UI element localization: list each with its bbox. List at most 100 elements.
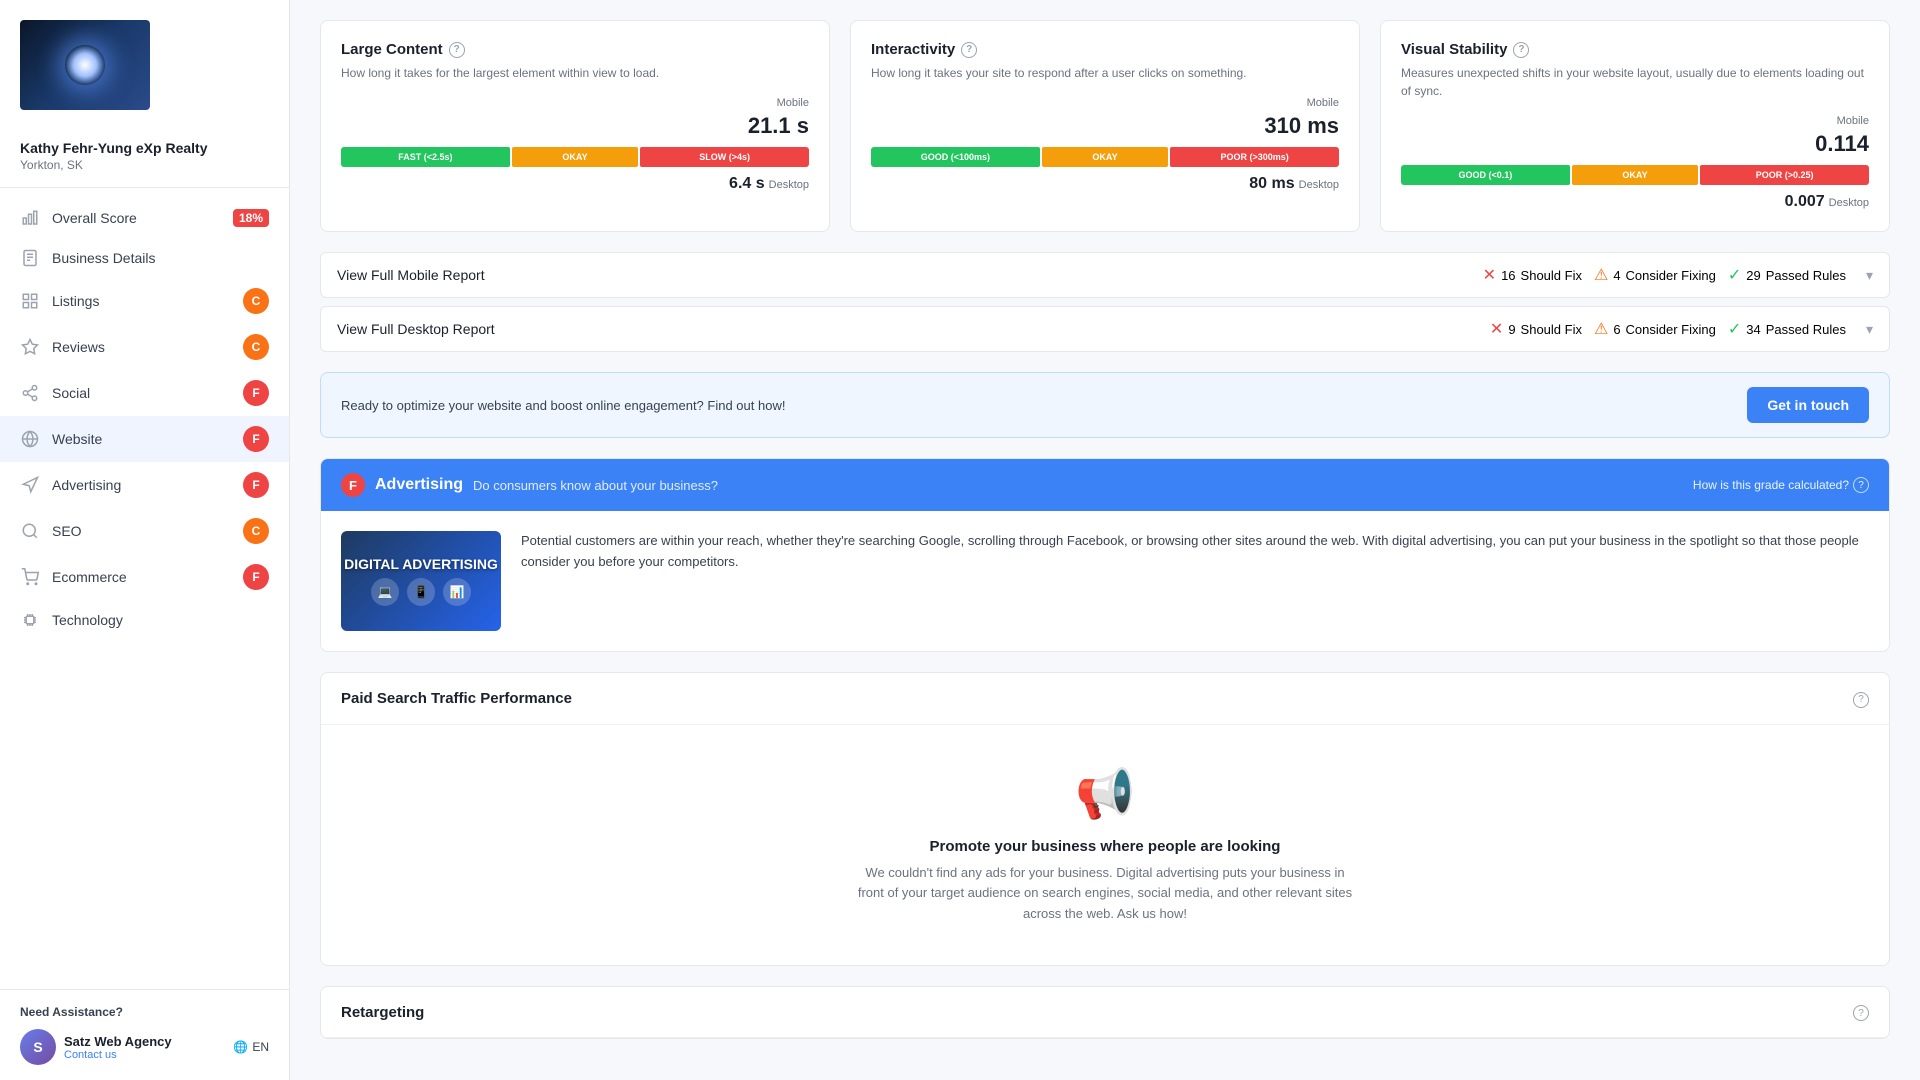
retargeting-help-icon[interactable]: ? [1853,1003,1869,1022]
desktop-should-fix-badge: ✕ 9 Should Fix [1490,319,1582,339]
help-circle-icon[interactable]: ? [1853,1005,1869,1021]
nav-badge-ecommerce: F [243,564,269,590]
nav-label-technology: Technology [52,612,123,628]
metric-label-text: Large Content [341,41,443,58]
desktop-consider-fixing-label: Consider Fixing [1626,322,1716,337]
pb-poor-segment: POOR (>0.25) [1700,165,1869,185]
paid-search-empty-desc: We couldn't find any ads for your busine… [855,863,1355,925]
advertising-grade-link[interactable]: How is this grade calculated? ? [1693,477,1869,493]
mobile-should-fix-badge: ✕ 16 Should Fix [1483,265,1582,285]
paid-search-help-icon[interactable]: ? [1853,689,1869,708]
pb-good-label: GOOD (<100ms) [921,152,990,162]
mobile-should-fix-label: Should Fix [1521,268,1582,283]
nav-badge-overall-score: 18% [233,209,269,227]
nav-left: Business Details [20,248,156,268]
bar-chart-icon [20,208,40,228]
nav-badge-listings: C [243,288,269,314]
mobile-should-fix-count: 16 [1501,268,1515,283]
nav-left: Social [20,383,90,403]
nav-label-social: Social [52,385,90,401]
nav-left: Overall Score [20,208,137,228]
sidebar-item-business-details[interactable]: Business Details [0,238,289,278]
pb-okay-label: OKAY [1092,152,1117,162]
retargeting-section: Retargeting ? [320,986,1890,1040]
advertising-body: DIGITAL ADVERTISING 💻 📱 📊 Potential cust… [321,511,1889,651]
pb-okay-label: OKAY [1622,170,1647,180]
mobile-consider-fixing-label: Consider Fixing [1626,268,1716,283]
pb-slow-label: SLOW (>4s) [699,152,750,162]
cta-button[interactable]: Get in touch [1747,387,1869,423]
help-circle-icon[interactable]: ? [1853,692,1869,708]
company-location: Yorkton, SK [20,158,269,172]
progress-bar-interactivity: GOOD (<100ms) OKAY POOR (>300ms) [871,147,1339,167]
desktop-passed-badge: ✓ 34 Passed Rules [1728,319,1846,339]
language-button[interactable]: 🌐 EN [233,1040,269,1054]
metrics-grid: Large Content ? How long it takes for th… [320,20,1890,232]
pb-good-segment: GOOD (<0.1) [1401,165,1570,185]
sidebar-item-social[interactable]: Social F [0,370,289,416]
assistance-label: Need Assistance? [20,1005,269,1019]
nav-label-reviews: Reviews [52,339,105,355]
globe-small-icon: 🌐 [233,1040,248,1054]
nav-label-listings: Listings [52,293,99,309]
mobile-report-title: View Full Mobile Report [337,267,485,283]
nav-left: Ecommerce [20,567,127,587]
visual-stability-info-icon[interactable]: ? [1513,42,1529,58]
advertising-section: F Advertising Do consumers know about yo… [320,458,1890,652]
sidebar-item-technology[interactable]: Technology [0,600,289,640]
paid-search-title: Paid Search Traffic Performance [341,690,572,707]
metric-mobile-label-large-content: Mobile [341,97,809,109]
metric-desktop-value-visual-stability: 0.007 [1785,193,1825,211]
metric-card-visual-stability: Visual Stability ? Measures unexpected s… [1380,20,1890,232]
sidebar-item-seo[interactable]: SEO C [0,508,289,554]
metric-desktop-value-interactivity: 80 ms [1249,175,1294,193]
desktop-report-row[interactable]: View Full Desktop Report ✕ 9 Should Fix … [320,306,1890,352]
paid-search-section: Paid Search Traffic Performance ? 📢 Prom… [320,672,1890,966]
nav-left: SEO [20,521,82,541]
grade-info-icon[interactable]: ? [1853,477,1869,493]
orange-warning-icon: ⚠ [1594,265,1608,285]
sidebar-item-website[interactable]: Website F [0,416,289,462]
cta-banner: Ready to optimize your website and boost… [320,372,1890,438]
nav-left: Listings [20,291,99,311]
sidebar-item-advertising[interactable]: Advertising F [0,462,289,508]
agency-contact[interactable]: Contact us [64,1049,172,1061]
ad-image-content: DIGITAL ADVERTISING 💻 📱 📊 [344,556,498,606]
interactivity-info-icon[interactable]: ? [961,42,977,58]
metric-mobile-value-interactivity: 310 ms [871,113,1339,139]
retargeting-header: Retargeting ? [321,987,1889,1039]
advertising-title: Advertising [375,476,463,494]
assistance-row: S Satz Web Agency Contact us 🌐 EN [20,1029,269,1065]
sidebar-item-overall-score[interactable]: Overall Score 18% [0,198,289,238]
ad-icon-phone: 📱 [407,578,435,606]
metric-mobile-label-visual-stability: Mobile [1401,115,1869,127]
pb-poor-label: POOR (>0.25) [1756,170,1814,180]
ad-image-icons: 💻 📱 📊 [371,578,471,606]
pb-good-segment: GOOD (<100ms) [871,147,1040,167]
nav-left: Reviews [20,337,105,357]
desktop-report-chevron: ▾ [1866,321,1873,338]
pb-poor-segment: POOR (>300ms) [1170,147,1339,167]
sidebar-assistance: Need Assistance? S Satz Web Agency Conta… [0,989,289,1080]
large-content-info-icon[interactable]: ? [449,42,465,58]
metric-desktop-row-interactivity: 80 ms Desktop [871,175,1339,193]
main-content: Large Content ? How long it takes for th… [290,0,1920,1080]
metric-desktop-label-interactivity: Desktop [1299,179,1339,191]
sidebar-item-ecommerce[interactable]: Ecommerce F [0,554,289,600]
nav-label-advertising: Advertising [52,477,121,493]
metric-label-text: Visual Stability [1401,41,1507,58]
desktop-consider-fixing-badge: ⚠ 6 Consider Fixing [1594,319,1716,339]
metric-mobile-label-interactivity: Mobile [871,97,1339,109]
nav-left: Technology [20,610,123,630]
metric-desktop-row-visual-stability: 0.007 Desktop [1401,193,1869,211]
sidebar-company: Kathy Fehr-Yung eXp Realty Yorkton, SK [0,130,289,188]
metric-title-large-content: Large Content ? [341,41,809,58]
mobile-passed-count: 29 [1746,268,1760,283]
metric-desktop-value-large-content: 6.4 s [729,175,765,193]
ad-icon-tablet: 📊 [443,578,471,606]
mobile-report-row[interactable]: View Full Mobile Report ✕ 16 Should Fix … [320,252,1890,298]
sidebar-item-listings[interactable]: Listings C [0,278,289,324]
sidebar-item-reviews[interactable]: Reviews C [0,324,289,370]
megaphone-icon [20,475,40,495]
pb-slow-segment: SLOW (>4s) [640,147,809,167]
